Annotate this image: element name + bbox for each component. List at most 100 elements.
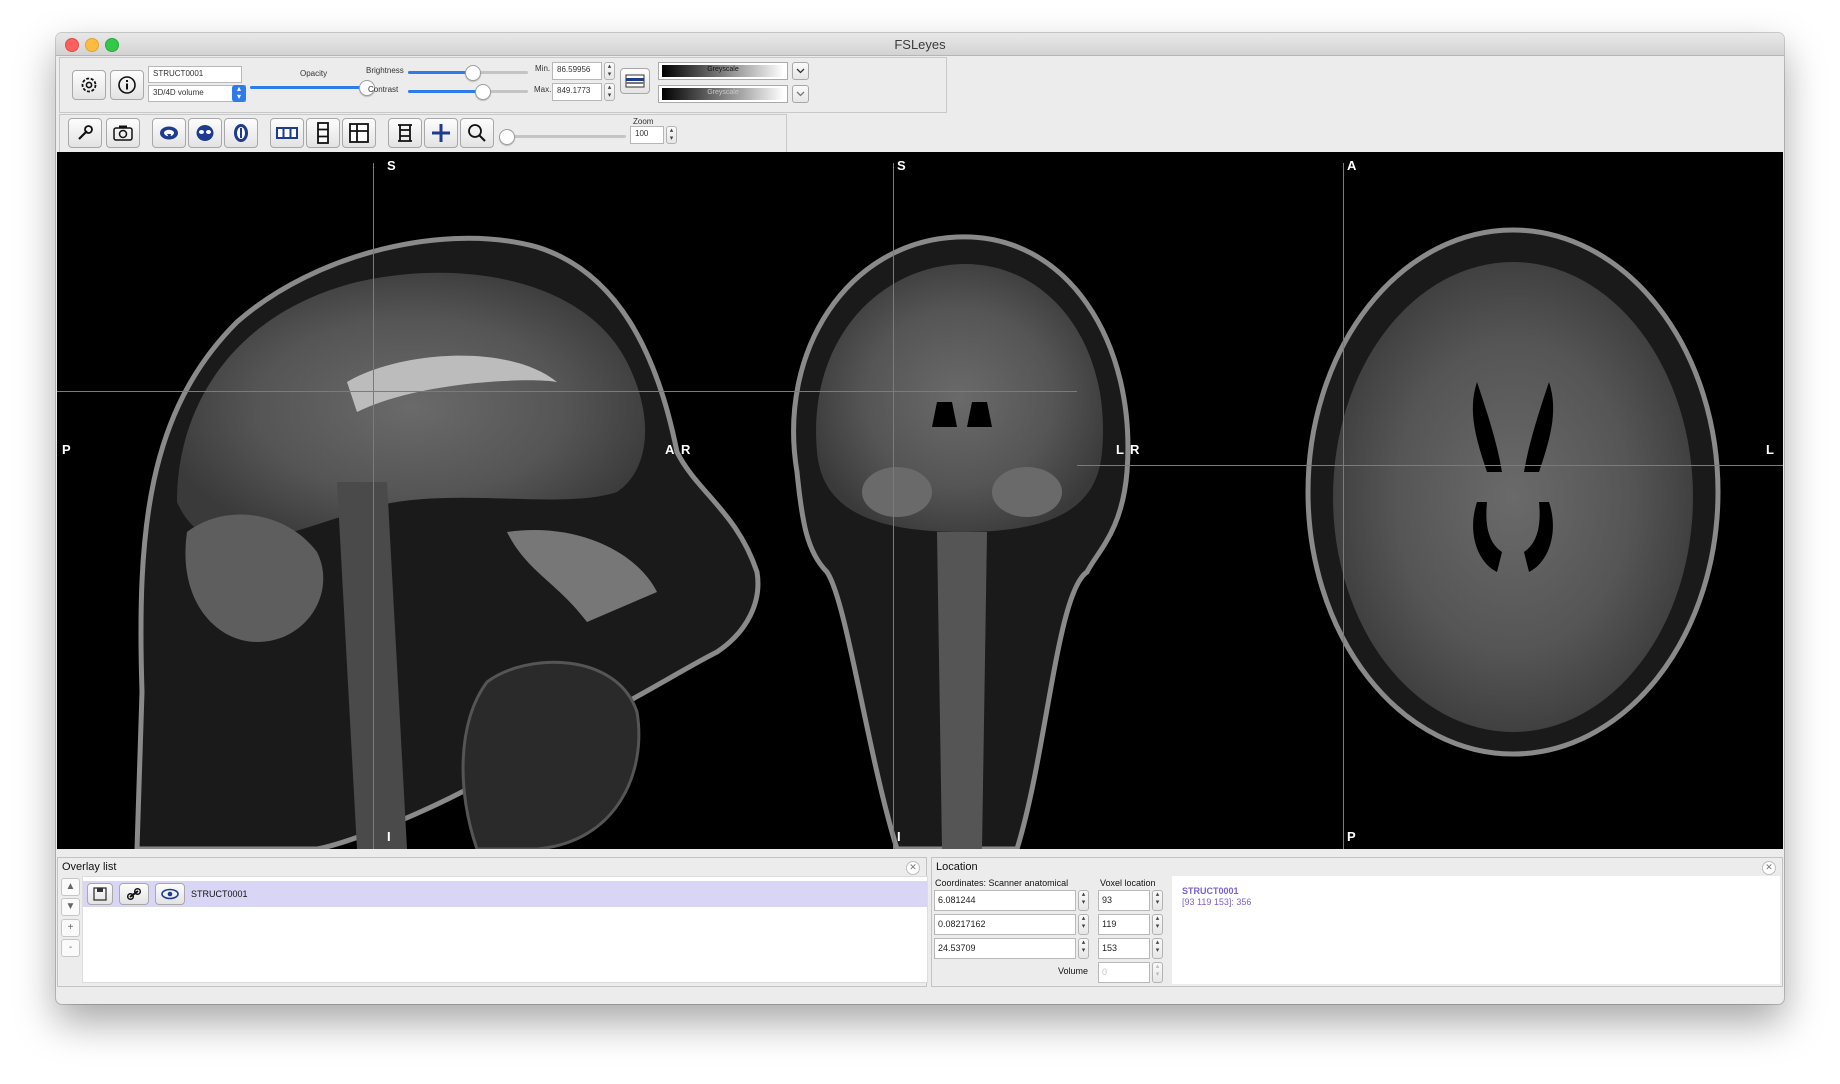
title-bar: FSLeyes (56, 33, 1784, 56)
max-field[interactable]: 849.1773 (552, 83, 602, 101)
brightness-slider-fill (408, 71, 472, 74)
volume-spinner[interactable]: ▴ ▾ (1152, 962, 1163, 983)
opacity-slider-fill (250, 86, 367, 89)
location-title: Location (936, 861, 978, 873)
colour-map-primary[interactable]: Greyscale (658, 62, 788, 80)
grid-layout-button[interactable] (342, 118, 376, 148)
view-settings-button[interactable] (68, 118, 102, 148)
save-icon (93, 887, 107, 901)
voxel-location-label: Voxel location (1100, 878, 1156, 888)
sagittal-brain-icon (160, 126, 178, 140)
brightness-slider-thumb[interactable] (464, 65, 481, 81)
cmap-secondary-dropdown[interactable] (792, 85, 809, 103)
axial-crosshair-horizontal (1077, 465, 1783, 466)
gear-icon (81, 77, 97, 93)
brightness-slider[interactable] (408, 65, 528, 81)
location-info-area: STRUCT0001 [93 119 153]: 356 (1172, 876, 1780, 984)
contrast-slider[interactable] (408, 84, 528, 100)
chevron-updown-icon[interactable]: ▴ ▾ (232, 85, 246, 102)
voxel-z-spinner[interactable]: ▴ ▾ (1152, 938, 1163, 959)
zoom-slider-thumb[interactable] (499, 129, 515, 145)
volume-field[interactable]: 0 (1098, 962, 1150, 983)
overlay-name-field[interactable]: STRUCT0001 (148, 66, 242, 83)
voxel-y-field[interactable]: 119 (1098, 914, 1150, 935)
ortho-canvas[interactable]: S I P A S I R L A P R L (57, 152, 1783, 849)
coronal-slice (791, 234, 1131, 849)
toggle-cursor-button[interactable] (424, 118, 458, 148)
opacity-label: Opacity (300, 69, 328, 78)
overlay-info-button[interactable] (110, 70, 144, 100)
link-overlay-button[interactable] (119, 883, 149, 905)
add-overlay-button[interactable]: + (61, 919, 80, 937)
chevron-down-icon (796, 91, 805, 97)
overlay-list-area: STRUCT0001 (82, 876, 928, 983)
window-title: FSLeyes (894, 37, 946, 52)
camera-icon (113, 125, 133, 141)
movie-mode-icon (398, 124, 412, 142)
overlay-list-item[interactable]: STRUCT0001 (83, 881, 927, 907)
max-spinner[interactable]: ▴ ▾ (604, 83, 615, 101)
contrast-label: Contrast (368, 85, 399, 94)
axial-label-bottom: P (1347, 829, 1356, 844)
voxel-y-spinner[interactable]: ▴ ▾ (1152, 914, 1163, 935)
overlay-display-toolbar: STRUCT0001 3D/4D volume ▴ ▾ Opacity Brigh… (59, 57, 947, 113)
coronal-crosshair-vertical (893, 163, 894, 849)
zoom-field[interactable]: 100 (630, 126, 664, 144)
vertical-layout-button[interactable] (306, 118, 340, 148)
brightness-label: Brightness (366, 66, 404, 75)
overlay-type-label: 3D/4D volume (153, 88, 204, 97)
zoom-mode-button[interactable] (460, 118, 494, 148)
remove-overlay-button[interactable]: - (61, 939, 80, 957)
voxel-z-field[interactable]: 153 (1098, 938, 1150, 959)
toggle-axial-button[interactable] (224, 118, 258, 148)
crosshair-horizontal (57, 391, 1077, 392)
zoom-spinner[interactable]: ▴ ▾ (666, 126, 677, 144)
coord-x-field[interactable]: 6.081244 (934, 890, 1076, 911)
axial-label-right: L (1766, 442, 1774, 457)
cmap-primary-dropdown[interactable] (792, 62, 809, 80)
coord-y-spinner[interactable]: ▴ ▾ (1078, 914, 1089, 935)
info-icon (118, 76, 136, 94)
axial-crosshair-vertical (1343, 163, 1344, 849)
min-label: Min. (535, 64, 551, 73)
overlay-list-panel: Overlay list ✕ STRUCT0001 ▲ ▼ + - (57, 857, 928, 987)
coordinates-label: Coordinates: Scanner anatomical (935, 878, 1069, 888)
close-overlay-list-button[interactable]: ✕ (906, 861, 920, 875)
toggle-visibility-button[interactable] (155, 883, 185, 905)
screenshot-button[interactable] (106, 118, 140, 148)
cmap-primary-label: Greyscale (707, 66, 739, 73)
display-settings-button[interactable] (72, 70, 106, 100)
horizontal-layout-button[interactable] (270, 118, 304, 148)
coord-z-field[interactable]: 24.53709 (934, 938, 1076, 959)
voxel-x-field[interactable]: 93 (1098, 890, 1150, 911)
brain-slices (134, 227, 1721, 849)
toggle-labels-button[interactable] (388, 118, 422, 148)
wrench-icon (78, 125, 93, 140)
coronal-label-top: S (897, 158, 906, 173)
axial-slice (1305, 227, 1721, 757)
coronal-label-left: R (681, 442, 691, 457)
close-location-button[interactable]: ✕ (1762, 861, 1776, 875)
move-down-button[interactable]: ▼ (61, 898, 80, 916)
min-spinner[interactable]: ▴ ▾ (604, 62, 615, 80)
axial-label-left: R (1130, 442, 1140, 457)
opacity-slider[interactable] (250, 80, 376, 96)
eye-icon (161, 888, 179, 900)
coord-y-field[interactable]: 0.08217162 (934, 914, 1076, 935)
min-field[interactable]: 86.59956 (552, 62, 602, 80)
zoom-slider[interactable] (499, 129, 626, 145)
coord-z-spinner[interactable]: ▴ ▾ (1078, 938, 1089, 959)
colour-map-secondary[interactable]: Greyscale (658, 85, 788, 103)
toggle-coronal-button[interactable] (188, 118, 222, 148)
contrast-slider-thumb[interactable] (475, 84, 492, 100)
invert-range-button[interactable] (620, 68, 650, 94)
range-icon (625, 74, 645, 88)
coronal-label-right: L (1116, 442, 1124, 457)
coord-x-spinner[interactable]: ▴ ▾ (1078, 890, 1089, 911)
voxel-x-spinner[interactable]: ▴ ▾ (1152, 890, 1163, 911)
move-up-button[interactable]: ▲ (61, 878, 80, 896)
save-overlay-button[interactable] (87, 883, 113, 905)
fsleyes-window: FSLeyes STRUCT0001 3D/4D volume ▴ ▾ Opaci… (56, 33, 1784, 1004)
overlay-item-name: STRUCT0001 (191, 889, 248, 899)
toggle-sagittal-button[interactable] (152, 118, 186, 148)
